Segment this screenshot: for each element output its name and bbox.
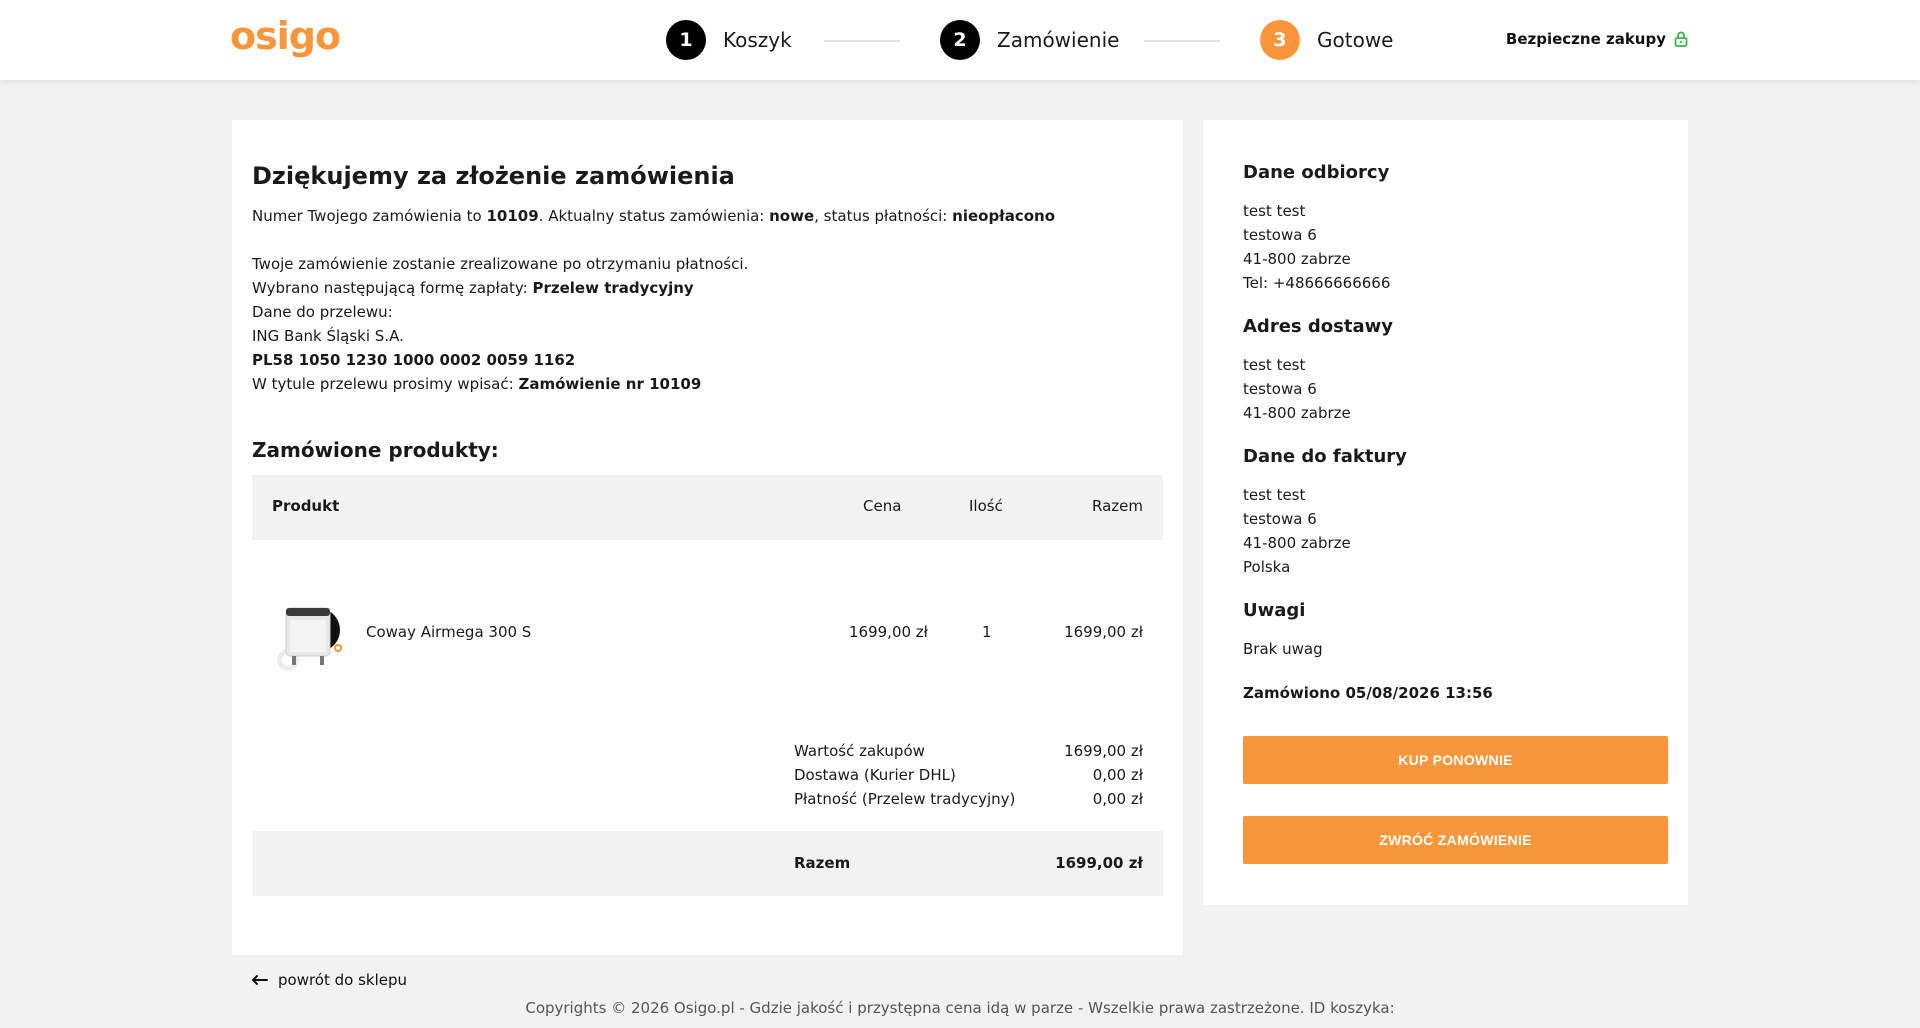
step-label: Zamówienie <box>997 28 1120 52</box>
products-title: Zamówione produkty: <box>252 438 499 462</box>
step-number: 3 <box>1260 20 1300 60</box>
back-to-shop-link[interactable]: powrót do sklepu <box>252 971 407 989</box>
notes-title: Uwagi <box>1243 600 1306 621</box>
logo-text: osigo <box>230 14 341 58</box>
secure-label: Bezpieczne zakupy <box>1505 30 1666 48</box>
col-total: Razem <box>1092 497 1143 515</box>
address-line: 41-800 zabrze <box>1243 534 1351 552</box>
text: Numer Twojego zamówienia to <box>252 207 487 225</box>
return-order-button[interactable]: ZWRÓĆ ZAMÓWIENIE <box>1243 816 1668 864</box>
order-status: nowe <box>769 207 815 225</box>
recipient-title: Dane odbiorcy <box>1243 162 1390 183</box>
col-price: Cena <box>863 497 902 515</box>
address-line: 41-800 zabrze <box>1243 250 1351 268</box>
product-price: 1699,00 zł <box>849 623 928 641</box>
summary-values: 1699,00 zł 0,00 zł 0,00 zł <box>1064 739 1143 811</box>
step-cart: 1 Koszyk <box>666 20 792 60</box>
logo[interactable]: osigo <box>230 14 341 58</box>
bank-name: ING Bank Śląski S.A. <box>252 327 404 345</box>
total-value: 1699,00 zł <box>1055 854 1143 872</box>
total-label: Razem <box>794 854 851 872</box>
ordered-at: Zamówiono 05/08/2026 13:56 <box>1243 684 1493 702</box>
step-label: Gotowe <box>1317 28 1394 52</box>
secure-shopping: Bezpieczne zakupy <box>1506 30 1688 48</box>
shipping-title: Adres dostawy <box>1243 316 1393 337</box>
step-order: 2 Zamówienie <box>940 20 1119 60</box>
product-name[interactable]: Coway Airmega 300 S <box>366 623 531 641</box>
step-connector <box>824 40 900 42</box>
text: W tytule przelewu prosimy wpisać: <box>252 375 519 393</box>
summary-value: 0,00 zł <box>1092 766 1143 784</box>
address-line: test test <box>1243 202 1306 220</box>
buy-again-button[interactable]: KUP PONOWNIE <box>1243 736 1668 784</box>
products-total-row: Razem 1699,00 zł <box>252 831 1163 896</box>
step-done: 3 Gotowe <box>1260 20 1393 60</box>
page-title: Dziękujemy za złożenie zamówienia <box>252 162 735 190</box>
transfer-title-line: W tytule przelewu prosimy wpisać: Zamówi… <box>252 372 748 396</box>
summary-label: Płatność (Przelew tradycyjny) <box>794 790 1016 808</box>
product-qty: 1 <box>982 623 992 641</box>
address-line: Polska <box>1243 558 1291 576</box>
lock-icon <box>1674 31 1688 47</box>
payment-method: Przelew tradycyjny <box>532 279 694 297</box>
summary-value: 0,00 zł <box>1092 790 1143 808</box>
summary-value: 1699,00 zł <box>1064 742 1143 760</box>
summary-labels: Wartość zakupów Dostawa (Kurier DHL) Pła… <box>794 739 1015 811</box>
payment-info: Twoje zamówienie zostanie zrealizowane p… <box>252 252 748 396</box>
copyright: Copyrights © 2026 Osigo.pl - Gdzie jakoś… <box>525 999 1395 1017</box>
step-label: Koszyk <box>723 28 792 52</box>
summary-label: Dostawa (Kurier DHL) <box>794 766 956 784</box>
col-product: Produkt <box>272 497 340 515</box>
table-row: Coway Airmega 300 S 1699,00 zł 1 1699,00… <box>252 590 1163 680</box>
phone-line: Tel: +48666666666 <box>1243 274 1391 292</box>
address-line: testowa 6 <box>1243 226 1317 244</box>
order-confirmation-card: Dziękujemy za złożenie zamówienia Numer … <box>232 120 1183 955</box>
product-total: 1699,00 zł <box>1064 623 1143 641</box>
products-table-header: Produkt Cena Ilość Razem <box>252 475 1163 540</box>
shipping-details: test test testowa 6 41-800 zabrze <box>1243 353 1351 425</box>
text: Twoje zamówienie zostanie zrealizowane p… <box>252 255 749 273</box>
order-details-sidebar: Dane odbiorcy test test testowa 6 41-800… <box>1203 120 1688 905</box>
address-line: test test <box>1243 486 1306 504</box>
recipient-details: test test testowa 6 41-800 zabrze Tel: +… <box>1243 199 1390 295</box>
site-header: osigo 1 Koszyk 2 Zamówienie 3 Gotowe Bez… <box>0 0 1920 80</box>
step-number: 1 <box>666 20 706 60</box>
col-qty: Ilość <box>969 497 1003 515</box>
summary-label: Wartość zakupów <box>794 742 925 760</box>
transfer-title: Zamówienie nr 10109 <box>518 375 702 393</box>
notes-text: Brak uwag <box>1243 640 1323 658</box>
text: , status płatności: <box>814 207 953 225</box>
text: Wybrano następującą formę zapłaty: <box>252 279 533 297</box>
text: . Aktualny status zamówienia: <box>538 207 770 225</box>
step-number: 2 <box>940 20 980 60</box>
invoice-details: test test testowa 6 41-800 zabrze Polska <box>1243 483 1351 579</box>
product-image[interactable] <box>274 598 348 672</box>
back-label: powrót do sklepu <box>278 971 408 989</box>
iban: PL58 1050 1230 1000 0002 0059 1162 <box>252 351 576 369</box>
text: Dane do przelewu: <box>252 303 393 321</box>
address-line: test test <box>1243 356 1306 374</box>
address-line: 41-800 zabrze <box>1243 404 1351 422</box>
address-line: testowa 6 <box>1243 510 1317 528</box>
arrow-left-icon <box>252 975 268 985</box>
step-connector <box>1144 40 1220 42</box>
order-number: 10109 <box>486 207 539 225</box>
payment-method-line: Wybrano następującą formę zapłaty: Przel… <box>252 276 748 300</box>
address-line: testowa 6 <box>1243 380 1317 398</box>
payment-status: nieopłacono <box>952 207 1056 225</box>
order-info-line: Numer Twojego zamówienia to 10109. Aktua… <box>252 204 1055 228</box>
invoice-title: Dane do faktury <box>1243 446 1407 467</box>
